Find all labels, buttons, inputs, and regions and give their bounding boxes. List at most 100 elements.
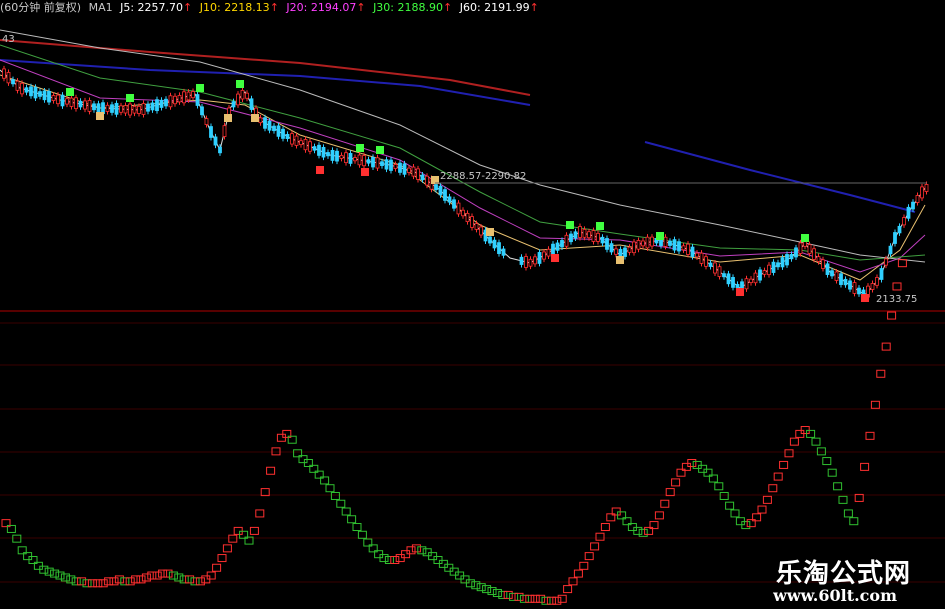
indicator-bar (190, 577, 200, 586)
candle-body (528, 258, 533, 267)
candle-body (101, 102, 105, 115)
candle-body (326, 152, 330, 157)
indicator-bar (779, 460, 789, 469)
indicator-bar (217, 554, 227, 563)
candle-body (186, 91, 191, 101)
indicator-bar (568, 577, 578, 586)
indicator-bar (125, 577, 135, 586)
indicator-bar (827, 468, 837, 477)
indicator-bar (104, 577, 114, 586)
candle-body (915, 195, 920, 203)
candle-body (695, 252, 699, 258)
low-label: 2133.75 (876, 294, 917, 305)
signal-markers (66, 80, 869, 302)
watermark-name: 乐淘公式网 (775, 559, 911, 589)
signal-marker (316, 166, 324, 174)
candle-body (69, 97, 74, 107)
candle-body (308, 141, 312, 152)
indicator-bar (249, 526, 259, 535)
indicator-bar (195, 577, 205, 586)
candle-body (294, 135, 299, 146)
indicator-bar (152, 571, 162, 580)
indicator-bar (876, 369, 886, 378)
indicator-bar (352, 523, 362, 532)
indicator-bar (168, 571, 178, 580)
indicator-bar (811, 437, 821, 446)
candle-body (218, 146, 222, 154)
signal-marker (566, 221, 574, 229)
indicator-bar (525, 594, 535, 603)
candle-body (141, 103, 146, 115)
candle-body (47, 90, 51, 103)
candle-body (398, 162, 402, 173)
indicator-bar (579, 561, 589, 570)
period-label: (60分钟 前复权) (0, 1, 82, 14)
candle-body (78, 100, 83, 108)
indicator-header: (60分钟 前复权) MA1 J5: 2257.70↑ J10: 2218.13… (0, 0, 543, 16)
candle-body (870, 283, 875, 290)
candle-body (33, 86, 38, 99)
candle-body (2, 68, 6, 79)
candle-body (38, 91, 42, 97)
indicator-bar (266, 466, 276, 475)
candle-body (65, 98, 69, 105)
candle-body (348, 153, 353, 164)
indicator-bar (584, 552, 594, 561)
indicator-bar (255, 509, 265, 518)
range-label: 2288.57-2290.82 (440, 171, 526, 182)
candle-body (632, 241, 636, 254)
indicator-bar (163, 569, 173, 578)
indicator-bar (147, 571, 157, 580)
indicator-bar (93, 579, 103, 588)
candle-body (614, 248, 618, 255)
candle-body (371, 156, 375, 168)
indicator-bar (357, 530, 367, 539)
candle-body (542, 251, 546, 260)
indicator-bar (762, 495, 772, 504)
candle-body (119, 105, 123, 113)
signal-marker (736, 288, 744, 296)
candle-body (821, 259, 825, 269)
candle-body (686, 243, 690, 255)
candle-body (825, 263, 830, 275)
candle-body (200, 106, 204, 116)
indicator-bar (870, 400, 880, 409)
candle-body (555, 242, 560, 251)
candle-body (465, 212, 470, 223)
candle-body (794, 247, 798, 258)
indicator-bar (503, 590, 513, 599)
candle-body (29, 86, 33, 97)
indicator-bar (12, 534, 22, 543)
indicator-bar (390, 556, 400, 564)
indicator-bar (552, 596, 562, 605)
candle-body (155, 99, 159, 112)
ma-line-j20 (0, 59, 926, 273)
candle-body (492, 239, 497, 249)
indicator-bar (44, 567, 54, 576)
candle-body (240, 89, 245, 100)
candle-body (852, 282, 857, 294)
candle-body (362, 155, 366, 167)
ma-line-j30 (0, 44, 926, 261)
candle-body (411, 166, 416, 177)
candle-body (780, 257, 785, 268)
indicator-bar (789, 437, 799, 446)
candle-body (92, 103, 96, 111)
candle-body (393, 164, 398, 170)
candle-body (375, 157, 380, 169)
candle-body (708, 262, 713, 267)
candle-body (456, 202, 461, 215)
candle-body (335, 150, 339, 162)
signal-marker (236, 80, 244, 88)
candle-body (425, 175, 429, 186)
candle-body (443, 189, 447, 201)
indicator-bar (271, 447, 281, 456)
indicator-bar (109, 577, 119, 586)
candle-body (731, 277, 735, 288)
indicator-bar (487, 587, 497, 596)
left-edge-label: 43 (2, 34, 15, 45)
candle-body (875, 277, 879, 286)
candle-body (114, 102, 119, 115)
j30-value: J30: 2188.90↑ (373, 1, 453, 14)
candle-body (353, 157, 357, 162)
